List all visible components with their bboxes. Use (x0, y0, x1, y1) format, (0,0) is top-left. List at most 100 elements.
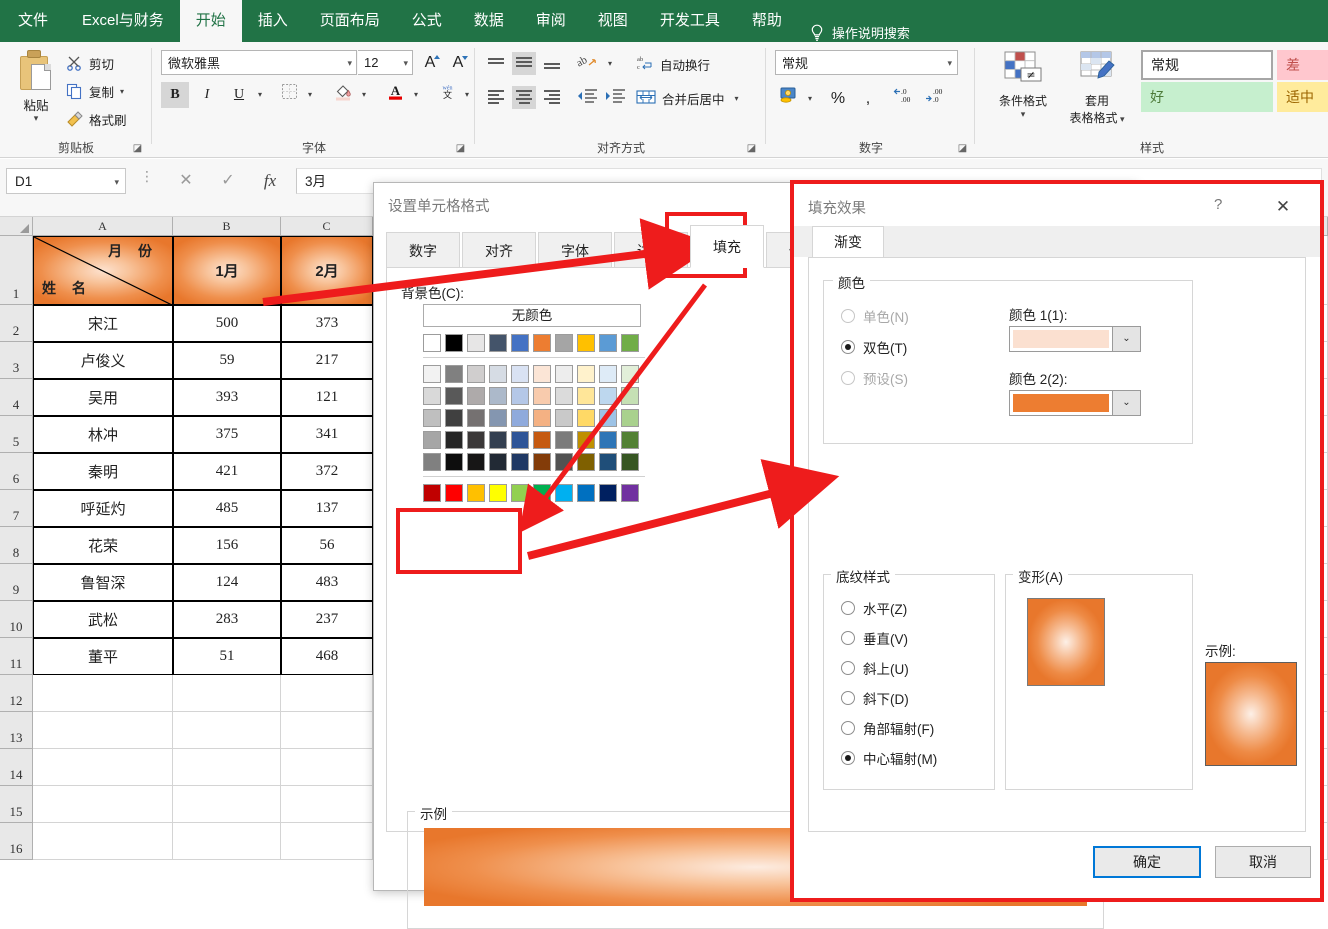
row-header-9[interactable]: 9 (0, 564, 33, 601)
borders-caret-icon[interactable]: ▾ (304, 82, 316, 108)
bold-button[interactable]: B (161, 82, 189, 108)
accounting-caret-icon[interactable]: ▾ (804, 86, 816, 112)
color-swatch[interactable] (445, 409, 463, 427)
cell-b1-header[interactable]: 1月 (173, 236, 281, 305)
insert-function-button[interactable]: fx (249, 168, 291, 194)
increase-decimal-button[interactable]: .0.00 (891, 86, 921, 112)
ribbon-tab-file[interactable]: 文件 (0, 0, 66, 42)
row-header-2[interactable]: 2 (0, 305, 33, 342)
align-top-button[interactable] (484, 52, 508, 75)
align-center-button[interactable] (512, 86, 536, 109)
color-swatch[interactable] (445, 387, 463, 405)
no-color-button[interactable]: 无颜色 (423, 304, 641, 327)
cell-b9[interactable]: 124 (173, 564, 281, 601)
column-header-b[interactable]: B (173, 217, 281, 236)
name-box[interactable]: D1 ▾ (6, 168, 126, 194)
shading-style-option-3[interactable]: 斜上(U) (841, 658, 909, 678)
accounting-format-button[interactable] (775, 86, 803, 112)
cell-b7[interactable]: 485 (173, 490, 281, 527)
row-header-10[interactable]: 10 (0, 601, 33, 638)
increase-indent-button[interactable] (604, 86, 628, 109)
color-swatch[interactable] (533, 365, 551, 383)
ribbon-tab-help[interactable]: 帮助 (736, 0, 798, 42)
row-header-8[interactable]: 8 (0, 527, 33, 564)
ribbon-tab-data[interactable]: 数据 (458, 0, 520, 42)
color-swatch[interactable] (599, 431, 617, 449)
cell-c10[interactable]: 237 (281, 601, 373, 638)
clipboard-dialog-launcher[interactable] (131, 142, 144, 155)
cell-a11[interactable]: 董平 (33, 638, 173, 675)
cell-a10[interactable]: 武松 (33, 601, 173, 638)
ok-button[interactable]: 确定 (1093, 846, 1201, 878)
ribbon-tab-view[interactable]: 视图 (582, 0, 644, 42)
color-swatch[interactable] (533, 387, 551, 405)
color-swatch[interactable] (423, 365, 441, 383)
color-swatch[interactable] (511, 387, 529, 405)
cell-c1-header[interactable]: 2月 (281, 236, 373, 305)
format-tab-font[interactable]: 字体 (538, 232, 612, 268)
color2-caret-icon[interactable]: ⌄ (1112, 391, 1140, 415)
color-swatch[interactable] (533, 484, 551, 502)
color-swatch[interactable] (489, 453, 507, 471)
cell-bg-r12-c1[interactable] (33, 675, 173, 712)
format-tab-border[interactable]: 边框 (614, 232, 688, 268)
cancel-entry-button[interactable]: ✕ (165, 168, 207, 194)
color-swatch[interactable] (555, 431, 573, 449)
fill-color-caret-icon[interactable]: ▾ (358, 82, 370, 108)
underline-caret-icon[interactable]: ▾ (254, 82, 266, 108)
percent-style-button[interactable]: % (825, 86, 851, 112)
merge-center-button[interactable]: 合并后居中 ▾ (636, 88, 739, 109)
cell-b8[interactable]: 156 (173, 527, 281, 564)
conditional-formatting-button[interactable]: ≠ 条件格式 ▾ (990, 48, 1056, 120)
color-swatch[interactable] (445, 431, 463, 449)
cell-c7[interactable]: 137 (281, 490, 373, 527)
row-header-7[interactable]: 7 (0, 490, 33, 527)
ribbon-tab-developer[interactable]: 开发工具 (644, 0, 736, 42)
cell-a1-header[interactable]: 月 份姓 名 (33, 236, 173, 305)
cell-c5[interactable]: 341 (281, 416, 373, 453)
cell-a9[interactable]: 鲁智深 (33, 564, 173, 601)
color-swatch[interactable] (577, 334, 595, 352)
color-swatch[interactable] (621, 431, 639, 449)
color-swatch[interactable] (489, 484, 507, 502)
font-dialog-launcher[interactable] (454, 142, 467, 155)
cancel-button[interactable]: 取消 (1215, 846, 1311, 878)
number-format-select[interactable]: 常规 ▾ (775, 50, 958, 75)
cell-bg-r16-c2[interactable] (173, 823, 281, 860)
name-box-caret-icon[interactable]: ▾ (114, 177, 119, 188)
column-header-a[interactable]: A (33, 217, 173, 236)
color-swatch[interactable] (445, 484, 463, 502)
phonetic-caret-icon[interactable]: ▾ (461, 82, 473, 108)
cell-a5[interactable]: 林冲 (33, 416, 173, 453)
cell-c4[interactable]: 121 (281, 379, 373, 416)
color-swatch[interactable] (621, 365, 639, 383)
paste-dropdown-caret[interactable]: ▾ (8, 114, 64, 122)
color-swatch[interactable] (511, 365, 529, 383)
number-dialog-launcher[interactable] (956, 142, 969, 155)
row-header-4[interactable]: 4 (0, 379, 33, 416)
conditional-formatting-caret[interactable]: ▾ (990, 109, 1056, 120)
column-header-c[interactable]: C (281, 217, 373, 236)
color-swatch[interactable] (555, 409, 573, 427)
color-swatch[interactable] (577, 453, 595, 471)
color-swatch[interactable] (599, 409, 617, 427)
color-swatch[interactable] (423, 387, 441, 405)
shading-style-option-5[interactable]: 角部辐射(F) (841, 718, 934, 738)
color-swatch[interactable] (445, 453, 463, 471)
cell-bg-r13-c2[interactable] (173, 712, 281, 749)
color-swatch[interactable] (599, 334, 617, 352)
color-swatch[interactable] (445, 365, 463, 383)
color-swatch[interactable] (555, 387, 573, 405)
cell-bg-r12-c2[interactable] (173, 675, 281, 712)
row-header-13[interactable]: 13 (0, 712, 33, 749)
color1-select[interactable]: ⌄ (1009, 326, 1141, 352)
color-swatch[interactable] (423, 334, 441, 352)
ribbon-tab-formulas[interactable]: 公式 (396, 0, 458, 42)
borders-button[interactable] (275, 82, 303, 108)
align-bottom-button[interactable] (540, 52, 564, 75)
orientation-caret-icon[interactable]: ▾ (604, 52, 616, 75)
cell-b5[interactable]: 375 (173, 416, 281, 453)
color-swatch[interactable] (489, 431, 507, 449)
color-swatch[interactable] (467, 387, 485, 405)
variant-option-1[interactable] (1027, 598, 1105, 686)
